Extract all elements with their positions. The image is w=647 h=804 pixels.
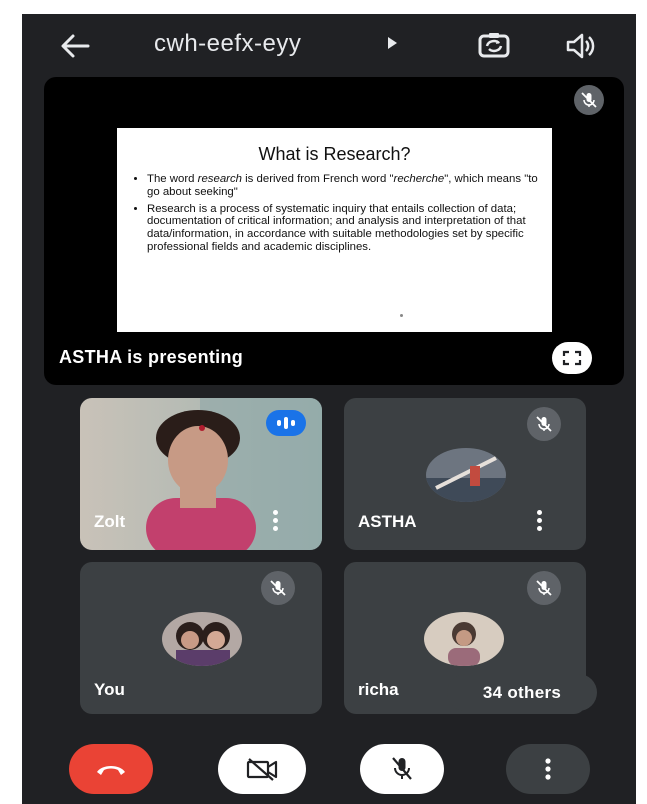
mic-toggle-button[interactable] (360, 744, 444, 794)
participant-name: You (94, 680, 125, 699)
participant-tile-zolt[interactable]: Zolt (80, 398, 322, 550)
camera-off-icon (246, 758, 278, 781)
mic-off-icon (527, 407, 561, 441)
participant-name: Zolt (94, 512, 126, 531)
slide-bullet: The word research is derived from French… (147, 173, 538, 199)
fullscreen-icon (562, 350, 582, 366)
avatar (426, 448, 506, 502)
arrow-left-icon (61, 34, 90, 58)
participant-name: richa (358, 680, 399, 699)
end-call-icon (97, 766, 125, 775)
top-bar: cwh-eefx-eyy (22, 14, 636, 76)
fullscreen-button[interactable] (552, 342, 592, 374)
more-options-button[interactable] (506, 744, 590, 794)
shared-slide: What is Research? The word research is d… (117, 128, 552, 332)
participant-tile-astha[interactable]: ASTHA (344, 398, 586, 550)
presentation-mic-off-icon (574, 85, 604, 115)
audio-output-button[interactable] (564, 32, 598, 60)
switch-camera-button[interactable] (477, 30, 511, 60)
participant-tile-you[interactable]: You (80, 562, 322, 714)
mic-off-icon (527, 571, 561, 605)
switch-camera-icon (478, 33, 510, 58)
more-options-icon (545, 758, 551, 780)
slide-bullets: The word research is derived from French… (117, 173, 552, 254)
meeting-code[interactable]: cwh-eefx-eyy (154, 29, 301, 59)
participant-menu-icon[interactable] (534, 510, 544, 536)
mic-off-icon (392, 757, 412, 780)
slide-dot (400, 314, 403, 317)
speaker-icon (566, 33, 595, 59)
slide-title: What is Research? (258, 144, 411, 164)
avatar (162, 612, 242, 666)
camera-toggle-button[interactable] (218, 744, 306, 794)
meeting-details-caret-icon[interactable] (388, 37, 397, 49)
others-count-badge[interactable]: 34 others (447, 674, 597, 711)
speaking-indicator-icon (266, 410, 306, 436)
mic-off-icon (261, 571, 295, 605)
presenter-label: ASTHA is presenting (59, 347, 244, 367)
slide-bullet: Research is a process of systematic inqu… (147, 203, 538, 254)
participant-name: ASTHA (358, 512, 417, 531)
avatar (424, 612, 504, 666)
presentation-tile[interactable]: What is Research? The word research is d… (44, 77, 624, 385)
back-button[interactable] (58, 29, 92, 63)
participant-menu-icon[interactable] (270, 510, 280, 536)
meet-app: cwh-eefx-eyy What is Research? • The wor… (22, 14, 636, 804)
end-call-button[interactable] (69, 744, 153, 794)
